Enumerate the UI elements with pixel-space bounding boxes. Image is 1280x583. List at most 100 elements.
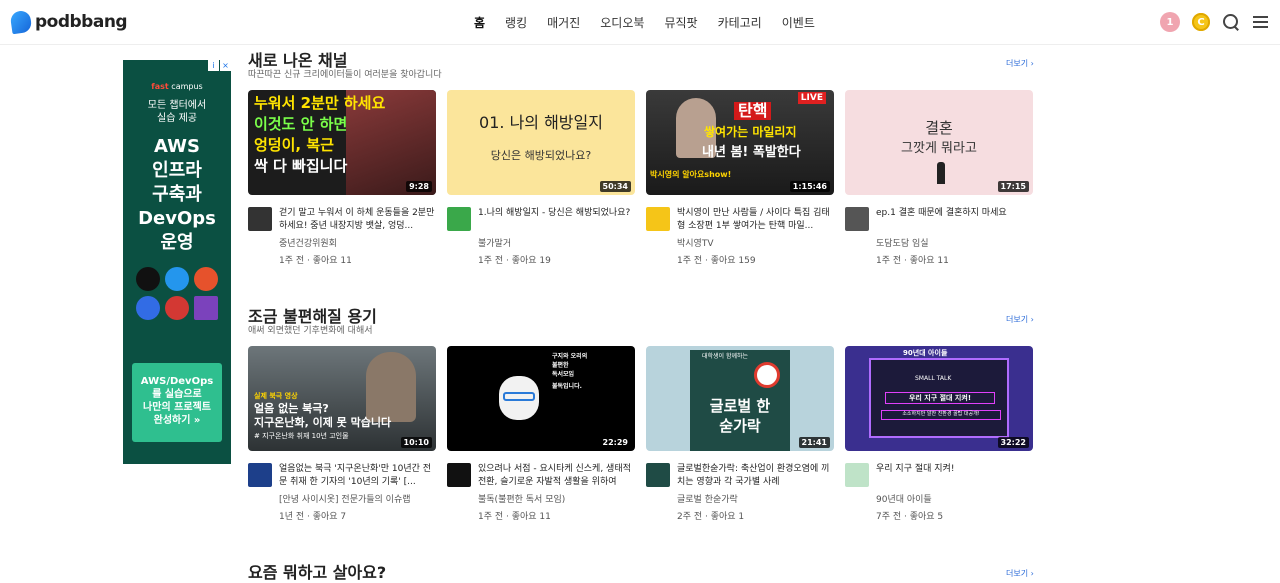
ad-info-icon[interactable]: i [208,60,219,71]
hamburger-menu-icon[interactable] [1252,13,1270,31]
duration-badge: 22:29 [599,437,631,448]
channel-name[interactable]: 90년대 아이들 [876,492,1033,505]
thumb-text: 우리 지구 절대 지켜! [885,392,995,405]
channel-name[interactable]: 박시영TV [677,236,834,249]
top-header: podbbang 홈 랭킹 매거진 오디오북 뮤직팟 카테고리 이벤트 1 C [0,0,1280,45]
thumb-text: 글로벌 한 [709,397,771,415]
channel-name[interactable]: 글로벌 한숟가락 [677,492,834,505]
episode-stats: 1주 전 · 좋아요 19 [478,256,551,266]
nav-ranking[interactable]: 랭킹 [505,14,527,31]
duration-badge: 10:10 [400,437,432,448]
episode-thumbnail[interactable]: 구지와 오리의 불편한 독서모임 불독입니다. 22:29 [447,346,635,451]
episode-card[interactable]: 대학생이 함께하는 글로벌 한 숟가락 21:41 글로벌한숟가락: 축산업이 … [646,346,834,522]
ad-title-line: 구축과 [152,184,202,205]
episode-thumbnail[interactable]: 실제 북극 영상 얼음 없는 북극? 지구온난화, 이제 못 막습니다 # 지구… [248,346,436,451]
thumb-text: 지구온난화, 이제 못 막습니다 [254,416,392,429]
episode-card[interactable]: 실제 북극 영상 얼음 없는 북극? 지구온난화, 이제 못 막습니다 # 지구… [248,346,436,522]
channel-avatar[interactable] [845,463,869,487]
episode-card[interactable]: 결혼 그깟게 뭐라고 17:15 ep.1 결혼 때문에 결혼하지 마세요 도담… [845,90,1033,266]
nav-category[interactable]: 카테고리 [718,14,762,31]
channel-name[interactable]: 중년건강위원회 [279,236,436,249]
more-link[interactable]: 더보기 › [1006,58,1034,69]
episode-meta: 걷기 말고 누워서 이 하체 운동들을 2분만 하세요! 중년 내장지방 뱃살,… [248,207,436,266]
episode-stats: 1년 전 · 좋아요 7 [279,512,347,522]
nav-home[interactable]: 홈 [474,14,485,31]
episode-title[interactable]: 우리 지구 절대 지켜! [876,463,1033,489]
episode-card[interactable]: 구지와 오리의 불편한 독서모임 불독입니다. 22:29 있으려나 서점 - … [447,346,635,522]
episode-card[interactable]: 누워서 2분만 하세요 이것도 안 하면 엉덩이, 복근 싹 다 빠집니다 9:… [248,90,436,266]
episode-card[interactable]: 90년대 아이들 SMALL TALK 우리 지구 절대 지켜! 소소하지만 알… [845,346,1033,522]
episode-thumbnail[interactable]: 01. 나의 해방일지 당신은 해방되었나요? 50:34 [447,90,635,195]
episode-title[interactable]: 1.나의 해방일지 - 당신은 해방되었나요? [478,207,635,233]
thumb-text: 박시영의 알아요show! [650,170,732,179]
header-actions: 1 C [1160,12,1270,32]
nav-event[interactable]: 이벤트 [782,14,815,31]
ad-cta-line: 완성하기 » [153,415,201,426]
ad-title-line: DevOps [138,208,216,229]
episode-thumbnail[interactable]: 누워서 2분만 하세요 이것도 안 하면 엉덩이, 복근 싹 다 빠집니다 9:… [248,90,436,195]
more-link[interactable]: 더보기 › [1006,568,1034,579]
thumb-text: SMALL TALK [915,375,952,382]
ad-tech-icons [132,267,222,320]
nav-musicpod[interactable]: 뮤직팟 [664,14,697,31]
coin-icon[interactable]: C [1192,13,1210,31]
thumb-text: 내년 봄! 폭발한다 [702,145,801,160]
channel-avatar[interactable] [646,463,670,487]
more-link[interactable]: 더보기 › [1006,314,1034,325]
channel-name[interactable]: 불가말거 [478,236,635,249]
thumb-text: 그깟게 뭐라고 [901,141,977,156]
side-ad-banner[interactable]: i × fast campus 모든 챕터에서 실습 제공 AWS 인프라 구축… [123,60,231,464]
episode-meta: ep.1 결혼 때문에 결혼하지 마세요 도담도담 임실 1주 전 · 좋아요 … [845,207,1033,266]
episode-card[interactable]: 01. 나의 해방일지 당신은 해방되었나요? 50:34 1.나의 해방일지 … [447,90,635,266]
channel-avatar[interactable] [447,207,471,231]
search-icon[interactable] [1222,13,1240,31]
channel-name[interactable]: [안녕 사이시옷] 전문가들의 이슈랩 [279,492,436,505]
thumb-text: 싹 다 빠집니다 [254,157,348,175]
channel-avatar[interactable] [646,207,670,231]
episode-meta: 1.나의 해방일지 - 당신은 해방되었나요? 불가말거 1주 전 · 좋아요 … [447,207,635,266]
thumb-text: 숟가락 [719,417,761,435]
duration-badge: 50:34 [599,181,631,192]
thumb-text: 독서모임 [552,371,575,378]
episode-thumbnail[interactable]: 90년대 아이들 SMALL TALK 우리 지구 절대 지켜! 소소하지만 알… [845,346,1033,451]
notification-badge[interactable]: 1 [1160,12,1180,32]
episode-stats: 1주 전 · 좋아요 11 [279,256,352,266]
channel-name[interactable]: 불독(불편한 독서 모임) [478,492,635,505]
ad-brand-prefix: fast [151,82,169,91]
ad-brand-name: campus [171,82,203,91]
nav-magazine[interactable]: 매거진 [547,14,580,31]
channel-avatar[interactable] [845,207,869,231]
nav-audiobook[interactable]: 오디오북 [600,14,644,31]
episode-title[interactable]: 걷기 말고 누워서 이 하체 운동들을 2분만 하세요! 중년 내장지방 뱃살,… [279,207,436,233]
channel-avatar[interactable] [447,463,471,487]
thumb-no-icon [754,362,780,388]
episode-title[interactable]: 박시영이 만난 사람들 / 사이다 특집 김태형 소장편 1부 쌓여가는 탄핵 … [677,207,834,233]
thumb-text: 당신은 해방되었나요? [490,149,592,162]
thumb-text: 소소하지만 알찬 친환경 꿀팁 대공개! [881,410,1001,420]
duration-badge: 21:41 [798,437,830,448]
episode-stats: 7주 전 · 좋아요 5 [876,512,944,522]
thumb-text: 01. 나의 해방일지 [479,113,603,132]
episode-title[interactable]: 글로벌한숟가락: 축산업이 환경오염에 끼치는 영향과 각 국가별 사례 [677,463,834,489]
main-nav: 홈 랭킹 매거진 오디오북 뮤직팟 카테고리 이벤트 [474,14,815,31]
thumb-text: 결혼 [925,119,953,137]
episode-thumbnail[interactable]: LIVE 탄핵 쌓여가는 마일리지 내년 봄! 폭발한다 박시영의 알아요sho… [646,90,834,195]
episode-thumbnail[interactable]: 결혼 그깟게 뭐라고 17:15 [845,90,1033,195]
episode-title[interactable]: ep.1 결혼 때문에 결혼하지 마세요 [876,207,1033,233]
episode-title[interactable]: 얼음없는 북극 '지구온난화'만 10년간 전문 취재 한 기자의 '10년의 … [279,463,436,489]
episode-thumbnail[interactable]: 대학생이 함께하는 글로벌 한 숟가락 21:41 [646,346,834,451]
podbbang-logo[interactable]: podbbang [9,9,128,35]
channel-name[interactable]: 도담도담 임실 [876,236,1033,249]
ad-close-icon[interactable]: × [220,60,231,71]
channel-avatar[interactable] [248,207,272,231]
ad-info-controls: i × [208,60,231,71]
ad-cta-button[interactable]: AWS/DevOps 를 실습으로 나만의 프로젝트 완성하기 » [132,363,222,442]
channel-avatar[interactable] [248,463,272,487]
episode-card[interactable]: LIVE 탄핵 쌓여가는 마일리지 내년 봄! 폭발한다 박시영의 알아요sho… [646,90,834,266]
thumb-text: 누워서 2분만 하세요 [254,94,386,112]
thumb-text: 엉덩이, 복근 [254,136,334,154]
episode-title[interactable]: 있으려나 서점 - 요시타케 신스케, 생태적 전환, 슬기로운 자발적 생활을… [478,463,635,489]
duration-badge: 32:22 [997,437,1029,448]
episode-meta: 글로벌한숟가락: 축산업이 환경오염에 끼치는 영향과 각 국가별 사례 글로벌… [646,463,834,522]
thumb-text: # 지구온난화 취재 10년 고인물 [254,432,349,440]
